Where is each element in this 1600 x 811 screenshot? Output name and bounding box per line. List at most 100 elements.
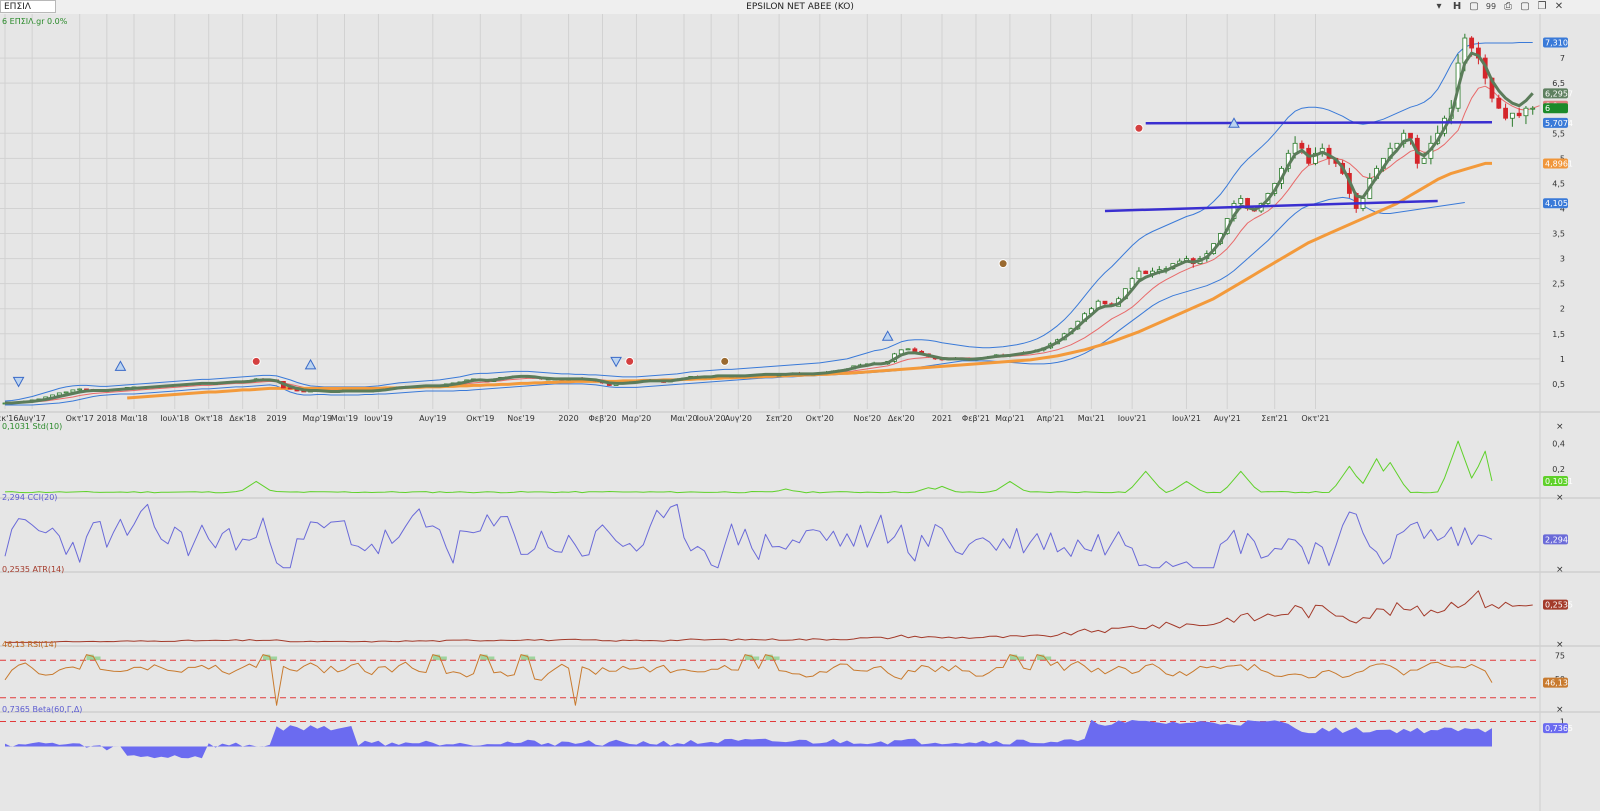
chevron-down-icon[interactable]: ▾ bbox=[1432, 1, 1446, 13]
panel-title: 0,7365 Beta(60,Γ,Δ) bbox=[2, 705, 82, 714]
y-tick-label: 5,5 bbox=[1552, 129, 1565, 138]
x-tick-label: Μαι'20 bbox=[670, 414, 697, 423]
x-tick-label: Οκτ'20 bbox=[806, 414, 834, 423]
value-badge-label: 0,1031 bbox=[1545, 477, 1573, 486]
rsi-overbought-fill bbox=[269, 656, 278, 661]
panel-close-icon: × bbox=[1556, 565, 1564, 575]
x-tick-label: Νοε'19 bbox=[507, 414, 535, 423]
candle-body bbox=[63, 391, 69, 394]
y-tick-label: 75 bbox=[1555, 652, 1565, 661]
x-tick-label: 2019 bbox=[266, 414, 286, 423]
value-badge-label: 7,310 bbox=[1545, 39, 1568, 48]
candle-body bbox=[912, 348, 918, 352]
candle-body bbox=[1102, 300, 1108, 305]
x-tick-label: Ιουλ'18 bbox=[160, 414, 189, 423]
y-tick-label: 4,5 bbox=[1552, 179, 1565, 188]
x-tick-label: Ιουν'21 bbox=[1118, 414, 1147, 423]
x-tick-label: Σεπ'20 bbox=[766, 414, 793, 423]
panel-title: 2,294 CCI(20) bbox=[2, 493, 57, 502]
candle-body bbox=[1238, 198, 1244, 204]
y-tick-label: 0,4 bbox=[1552, 440, 1565, 449]
candle-body bbox=[1421, 157, 1427, 164]
y-tick-label: 2,5 bbox=[1552, 280, 1565, 289]
square-icon-2[interactable]: ▢ bbox=[1518, 1, 1532, 13]
x-tick-label: Μαι'19 bbox=[331, 414, 358, 423]
candle-body bbox=[1299, 142, 1305, 149]
signal-circle bbox=[625, 356, 635, 366]
title-bar: ΕΠΣΙΛ EPSILON NET ABEE (KO) ▾ H ▢ 99 ⎙ ▢… bbox=[0, 0, 1600, 15]
x-tick-label: Δεκ'18 bbox=[229, 414, 256, 423]
panel-title: 46,13 RSI(14) bbox=[2, 640, 57, 649]
x-tick-label: Αυγ'20 bbox=[725, 414, 752, 423]
candle-body bbox=[77, 388, 83, 391]
x-tick-label: 2020 bbox=[558, 414, 578, 423]
candle-body bbox=[1516, 112, 1522, 117]
x-tick-label: Μαρ'19 bbox=[303, 414, 333, 423]
candle-body bbox=[1530, 107, 1536, 110]
value-badge-label: 0,2535 bbox=[1545, 601, 1573, 610]
x-tick-label: 2021 bbox=[932, 414, 952, 423]
symbol-input[interactable]: ΕΠΣΙΛ bbox=[0, 0, 56, 13]
y-tick-label: 6,5 bbox=[1552, 79, 1565, 88]
y-tick-label: 7 bbox=[1560, 54, 1565, 63]
y-tick-label: 3 bbox=[1560, 255, 1565, 264]
panel-title: 0,2535 ATR(14) bbox=[2, 565, 64, 574]
value-badge-label: 6,2957 bbox=[1545, 89, 1573, 98]
x-tick-label: Ιουλ'20 bbox=[697, 414, 726, 423]
y-tick-label: 0,5 bbox=[1552, 380, 1565, 389]
y-tick-label: 1 bbox=[1560, 355, 1565, 364]
x-tick-label: Οκτ'21 bbox=[1301, 414, 1329, 423]
y-tick-label: 3,5 bbox=[1552, 230, 1565, 239]
value-badge-label: 6 bbox=[1545, 104, 1550, 113]
signal-circle bbox=[720, 356, 730, 366]
value-badge-label: 46,13 bbox=[1545, 679, 1568, 688]
candle-body bbox=[70, 389, 76, 393]
x-tick-label: Οκτ'19 bbox=[466, 414, 494, 423]
chart-svg[interactable]: 0,511,522,533,544,555,56,577,3106,29576,… bbox=[0, 14, 1600, 811]
x-tick-label: 2018 bbox=[97, 414, 117, 423]
lock-icon[interactable]: ⎙ bbox=[1501, 1, 1515, 13]
y-tick-label: 2 bbox=[1560, 305, 1565, 314]
candle-body bbox=[1509, 112, 1515, 119]
x-tick-label: Φεβ'20 bbox=[588, 414, 616, 423]
main-panel-title: 6 ΕΠΣΙΛ.gr 0.0% bbox=[2, 17, 68, 26]
x-tick-label: Οκτ'17 bbox=[66, 414, 94, 423]
x-tick-label: Σεπ'21 bbox=[1261, 414, 1288, 423]
close-icon[interactable]: ✕ bbox=[1552, 1, 1566, 13]
value-badge-label: 5,7074 bbox=[1545, 119, 1573, 128]
x-tick-label: Φεβ'21 bbox=[962, 414, 990, 423]
panel-close-icon: × bbox=[1556, 493, 1564, 503]
x-tick-label: Αυγ'19 bbox=[419, 414, 446, 423]
candle-body bbox=[1469, 37, 1475, 49]
y-tick-label: 0,2 bbox=[1552, 465, 1565, 474]
value-badge-label: 2,294 bbox=[1545, 535, 1568, 544]
trend-line bbox=[1145, 120, 1493, 125]
x-tick-label: Αυγ'21 bbox=[1214, 414, 1241, 423]
x-tick-label: Ιουλ'21 bbox=[1172, 414, 1201, 423]
x-tick-label: Απρ'21 bbox=[1037, 414, 1065, 423]
panel-close-icon: × bbox=[1556, 422, 1564, 432]
value-badge-label: 0,7365 bbox=[1545, 724, 1573, 733]
candle-body bbox=[905, 348, 911, 351]
signal-circle bbox=[998, 259, 1008, 269]
candle-body bbox=[1503, 107, 1508, 119]
x-tick-label: Οκτ'18 bbox=[195, 414, 223, 423]
x-tick-label: Μαρ'20 bbox=[622, 414, 652, 423]
restore-icon[interactable]: ❐ bbox=[1535, 1, 1549, 13]
x-tick-label: Μαι'18 bbox=[120, 414, 147, 423]
y-tick-label: 1,5 bbox=[1552, 330, 1565, 339]
candle-body bbox=[1136, 270, 1142, 280]
x-tick-label: Μαρ'21 bbox=[995, 414, 1025, 423]
panel-close-icon: × bbox=[1556, 705, 1564, 715]
quote-icon[interactable]: 99 bbox=[1484, 1, 1498, 13]
h-button[interactable]: H bbox=[1450, 1, 1464, 13]
value-badge-label: 4,8961 bbox=[1545, 160, 1573, 169]
panel-title: 0,1031 Std(10) bbox=[2, 422, 62, 431]
signal-circle bbox=[1134, 123, 1144, 133]
x-tick-label: Δεκ'20 bbox=[888, 414, 915, 423]
x-tick-label: Ιουν'19 bbox=[364, 414, 393, 423]
square-icon[interactable]: ▢ bbox=[1467, 1, 1481, 13]
candle-body bbox=[1523, 107, 1529, 117]
panel-close-icon: × bbox=[1556, 640, 1564, 650]
candle-body bbox=[1496, 97, 1502, 109]
